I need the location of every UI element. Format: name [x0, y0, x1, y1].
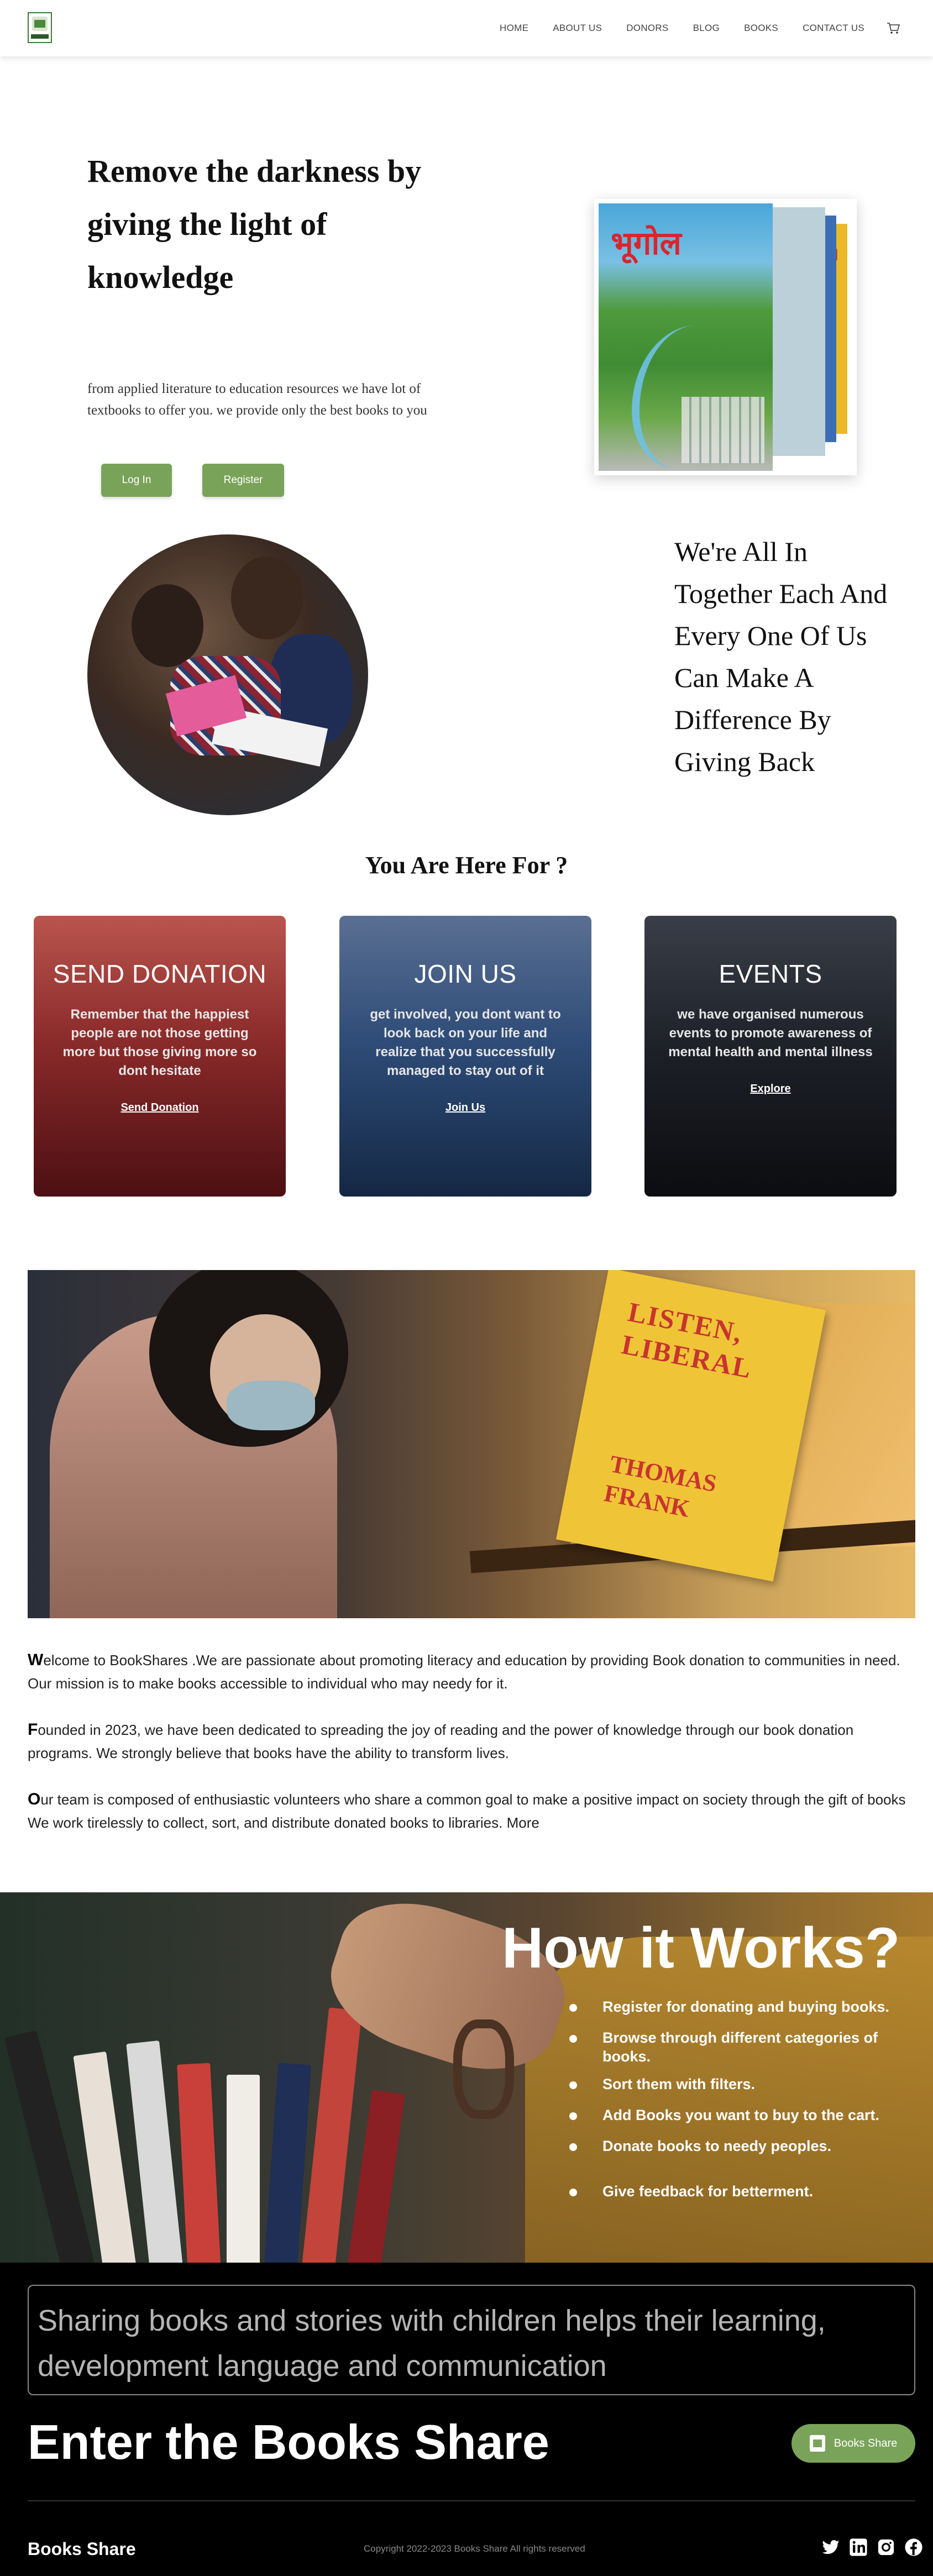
enter-title: Enter the Books Share: [28, 2415, 549, 2469]
list-item: Donate books to needy peoples.: [569, 2137, 890, 2155]
footer-brand: Books Share: [28, 2539, 136, 2559]
children-reading-image: [87, 534, 368, 815]
send-donation-link[interactable]: Send Donation: [120, 1101, 198, 1114]
paragraph-text: ur team is composed of enthusiastic volu…: [28, 1791, 906, 1831]
books-share-button-label: Books Share: [834, 2437, 898, 2449]
facebook-icon[interactable]: [904, 2538, 923, 2557]
card-send-donation: SEND DONATION Remember that the happiest…: [34, 916, 286, 1197]
card-text: get involved, you dont want to look back…: [370, 1007, 561, 1078]
drop-letter: O: [28, 1790, 41, 1808]
hero-section: Remove the darkness by giving the light …: [0, 56, 933, 504]
card-text: we have organised numerous events to pro…: [668, 1007, 873, 1059]
quote-box: Sharing books and stories with children …: [28, 2285, 915, 2395]
twitter-icon[interactable]: [821, 2538, 840, 2557]
instagram-icon[interactable]: [877, 2538, 895, 2557]
list-item: Sort them with filters.: [569, 2075, 890, 2094]
card-text: Remember that the happiest people are no…: [62, 1007, 257, 1078]
login-button[interactable]: Log In: [101, 464, 172, 497]
together-section: We're All In Together Each And Every One…: [0, 504, 933, 830]
book-cover-title: भूगोल: [611, 224, 682, 262]
footer: Sharing books and stories with children …: [0, 2263, 933, 2576]
card-title: JOIN US: [414, 959, 517, 988]
how-it-works-section: How it Works? Register for donating and …: [0, 1892, 933, 2263]
copyright-text: Copyright 2022-2023 Books Share All righ…: [364, 2543, 585, 2554]
linkedin-icon[interactable]: [849, 2538, 868, 2557]
books-share-button[interactable]: Books Share: [792, 2424, 915, 2463]
about-section: Welcome to BookShares .We are passionate…: [28, 1649, 912, 1858]
how-it-works-list: Register for donating and buying books. …: [569, 1992, 890, 2201]
banner-book-author: THOMAS FRANK: [601, 1450, 719, 1523]
main-menu: HOME ABOUT US DONORS BLOG BOOKS CONTACT …: [475, 22, 900, 34]
book-icon: [809, 2435, 825, 2452]
list-item: Add Books you want to buy to the cart.: [569, 2106, 890, 2124]
card-title: SEND DONATION: [53, 959, 267, 988]
paragraph-text: ounded in 2023, we have been dedicated t…: [28, 1722, 854, 1761]
nav-blog[interactable]: BLOG: [693, 23, 720, 34]
hero-book-image: N S भूगोल: [594, 199, 857, 475]
card-join-us: JOIN US get involved, you dont want to l…: [339, 916, 591, 1197]
social-links: [813, 2538, 923, 2557]
about-paragraph: Founded in 2023, we have been dedicated …: [28, 1718, 912, 1765]
nav-books[interactable]: BOOKS: [744, 23, 778, 34]
list-item: Register for donating and buying books.: [569, 1997, 890, 2016]
footer-divider: [28, 2500, 915, 2501]
site-logo[interactable]: [28, 12, 52, 43]
together-text: We're All In Together Each And Every One…: [674, 536, 888, 777]
nav-home[interactable]: HOME: [500, 23, 528, 34]
nav-contact-us[interactable]: CONTACT US: [803, 23, 864, 34]
list-item: Give feedback for betterment.: [569, 2182, 890, 2201]
how-it-works-title: How it Works?: [502, 1916, 900, 1980]
list-item: Browse through different categories of b…: [569, 2028, 890, 2066]
here-for-title: You Are Here For ?: [365, 852, 568, 879]
join-us-link[interactable]: Join Us: [445, 1101, 485, 1114]
banner-book-title: LISTEN, LIBERAL: [619, 1296, 755, 1384]
hero-title: Remove the darkness by giving the light …: [87, 153, 422, 295]
cart-icon[interactable]: [887, 22, 900, 34]
card-title: EVENTS: [719, 959, 822, 988]
hero-subtitle: from applied literature to education res…: [87, 381, 427, 418]
register-button[interactable]: Register: [202, 464, 284, 497]
about-paragraph: Welcome to BookShares .We are passionate…: [28, 1649, 912, 1695]
drop-letter: F: [28, 1720, 38, 1739]
action-cards: SEND DONATION Remember that the happiest…: [0, 916, 933, 1197]
drop-letter: W: [28, 1651, 44, 1669]
paragraph-text: elcome to BookShares .We are passionate …: [28, 1652, 900, 1692]
about-paragraph: Our team is composed of enthusiastic vol…: [28, 1788, 912, 1834]
card-events: EVENTS we have organised numerous events…: [644, 916, 897, 1197]
nav-donors[interactable]: DONORS: [626, 23, 668, 34]
top-navbar: HOME ABOUT US DONORS BLOG BOOKS CONTACT …: [0, 0, 933, 56]
bookstore-banner-image: LISTEN, LIBERAL THOMAS FRANK: [28, 1270, 915, 1618]
explore-link[interactable]: Explore: [750, 1083, 790, 1095]
nav-about-us[interactable]: ABOUT US: [553, 23, 602, 34]
